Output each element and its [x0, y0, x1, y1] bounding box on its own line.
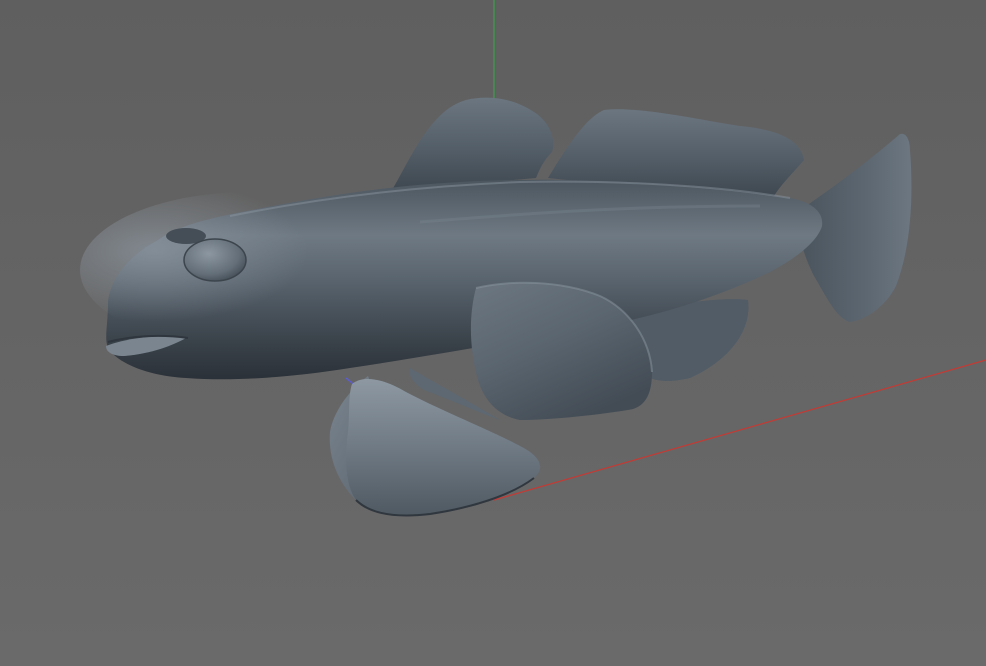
fish-eye: [183, 238, 247, 282]
3d-viewport[interactable]: [0, 0, 986, 666]
viewport-canvas[interactable]: [0, 0, 986, 666]
head-highlight: [80, 192, 420, 348]
